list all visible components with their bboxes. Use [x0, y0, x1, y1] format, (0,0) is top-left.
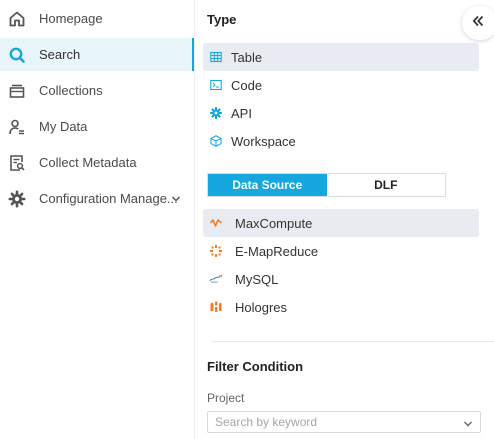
tab-data-source[interactable]: Data Source — [208, 174, 327, 196]
chevron-down-icon — [170, 192, 182, 204]
source-option-emapreduce[interactable]: E-MapReduce — [203, 237, 479, 265]
type-option-api[interactable]: API — [203, 99, 479, 127]
mysql-icon — [209, 272, 223, 286]
sidebar-item-collections[interactable]: Collections — [0, 74, 194, 107]
source-option-mysql[interactable]: MySQL — [203, 265, 479, 293]
workspace-icon — [209, 134, 223, 148]
user-data-icon — [8, 118, 26, 136]
emapreduce-icon — [209, 244, 223, 258]
type-option-label: API — [231, 105, 252, 121]
sidebar-item-my-data[interactable]: My Data — [0, 110, 194, 143]
table-icon — [209, 50, 223, 64]
search-icon — [8, 46, 26, 64]
source-option-label: MaxCompute — [235, 215, 313, 231]
sidebar: Homepage Search Collections My Data Coll… — [0, 0, 194, 439]
source-option-hologres[interactable]: Hologres — [203, 293, 479, 321]
source-option-label: MySQL — [235, 271, 279, 287]
chevron-down-icon — [462, 417, 474, 429]
source-option-maxcompute[interactable]: MaxCompute — [203, 209, 479, 237]
home-icon — [8, 10, 26, 28]
project-label: Project — [207, 391, 245, 405]
sidebar-item-collect-metadata[interactable]: Collect Metadata — [0, 146, 194, 179]
hologres-icon — [209, 300, 223, 314]
project-placeholder: Search by keyword — [215, 415, 318, 429]
terminal-icon — [209, 78, 223, 92]
sidebar-item-search[interactable]: Search — [0, 38, 194, 71]
source-option-label: E-MapReduce — [235, 243, 319, 259]
source-option-label: Hologres — [235, 299, 288, 315]
project-select[interactable]: Search by keyword — [207, 411, 481, 433]
gear-icon — [8, 189, 26, 208]
type-option-label: Table — [231, 49, 263, 65]
maxcompute-icon — [209, 216, 223, 230]
source-tabs: Data Source DLF — [207, 173, 446, 197]
filter-condition-title: Filter Condition — [207, 359, 304, 374]
type-option-label: Workspace — [231, 133, 296, 149]
collections-icon — [8, 82, 26, 100]
type-option-code[interactable]: Code — [203, 71, 479, 99]
section-divider — [212, 341, 494, 342]
sidebar-item-label: Collect Metadata — [39, 155, 137, 170]
type-section-title: Type — [207, 12, 237, 27]
tab-dlf[interactable]: DLF — [326, 174, 445, 196]
sidebar-item-homepage[interactable]: Homepage — [0, 2, 194, 35]
sidebar-item-label: Collections — [39, 83, 103, 98]
sidebar-item-label: Homepage — [39, 11, 103, 26]
sidebar-item-label: My Data — [39, 119, 88, 134]
sidebar-item-configuration-management[interactable]: Configuration Manage... — [0, 182, 194, 215]
sidebar-item-label: Search — [39, 47, 81, 62]
api-icon — [209, 106, 223, 120]
sidebar-item-label: Configuration Manage... — [39, 191, 178, 206]
type-option-table[interactable]: Table — [203, 43, 479, 71]
type-option-label: Code — [231, 77, 263, 93]
metadata-icon — [8, 154, 26, 172]
type-option-workspace[interactable]: Workspace — [203, 127, 479, 155]
